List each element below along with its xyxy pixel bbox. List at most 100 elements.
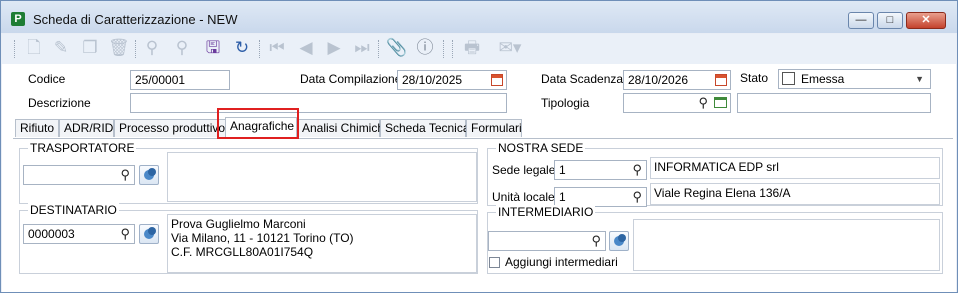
sede-legale-code: 1 xyxy=(559,163,566,177)
descrizione-label: Descrizione xyxy=(28,96,91,110)
destinatario-code: 0000003 xyxy=(28,227,75,241)
codice-field[interactable]: 25/00001 xyxy=(130,70,230,90)
calendar-icon[interactable] xyxy=(715,74,727,86)
people-icon[interactable] xyxy=(139,165,159,185)
info-icon[interactable]: ⓘ xyxy=(415,38,435,58)
data-compilazione-field[interactable]: 28/10/2025 xyxy=(397,70,507,90)
search-icon[interactable]: ⚲ xyxy=(120,226,130,242)
nostra-sede-title: NOSTRA SEDE xyxy=(496,141,586,155)
data-scadenza-field[interactable]: 28/10/2026 xyxy=(623,70,731,90)
chevron-down-icon: ▼ xyxy=(915,74,924,84)
destinatario-details: Prova Guglielmo Marconi Via Milano, 11 -… xyxy=(167,214,477,273)
toolbar-separator xyxy=(135,40,137,58)
destinatario-line1: Prova Guglielmo Marconi xyxy=(171,217,306,231)
previous-record-icon[interactable]: ◀ xyxy=(296,38,316,58)
toolbar-separator xyxy=(452,40,454,58)
close-button[interactable]: ✕ xyxy=(906,12,946,29)
unita-locale-code-field[interactable]: 1 ⚲ xyxy=(554,187,647,207)
search-plus-icon[interactable]: ⚲ xyxy=(172,38,192,58)
destinatario-line2: Via Milano, 11 - 10121 Torino (TO) xyxy=(171,231,354,245)
unita-locale-label: Unità locale xyxy=(492,190,555,204)
search-icon[interactable]: ⚲ xyxy=(698,95,708,111)
tab-adr-rid[interactable]: ADR/RID xyxy=(59,119,114,137)
descrizione-field[interactable] xyxy=(130,93,507,113)
trasportatore-details xyxy=(167,152,477,202)
copy-icon[interactable]: ❐ xyxy=(80,38,100,58)
tab-scheda-tecnica[interactable]: Scheda Tecnica xyxy=(380,119,470,137)
data-compilazione-value: 28/10/2025 xyxy=(402,73,463,87)
sede-legale-name: INFORMATICA EDP srl xyxy=(650,157,940,179)
list-icon[interactable] xyxy=(714,97,727,108)
stato-select[interactable]: Emessa ▼ xyxy=(778,69,931,89)
sede-legale-code-field[interactable]: 1 ⚲ xyxy=(554,160,647,180)
maximize-icon: □ xyxy=(886,14,894,26)
tipologia-label: Tipologia xyxy=(541,96,590,110)
anagrafiche-panel: TRASPORTATORE ⚲ DESTINATARIO 0000003 ⚲ P… xyxy=(13,138,953,292)
destinatario-code-field[interactable]: 0000003 ⚲ xyxy=(23,224,135,244)
nostra-sede-group: NOSTRA SEDE Sede legale 1 ⚲ INFORMATICA … xyxy=(487,141,943,207)
first-record-icon[interactable]: ⏮ xyxy=(267,38,287,58)
search-icon[interactable]: ⚲ xyxy=(632,189,642,205)
people-icon[interactable] xyxy=(609,231,629,251)
calendar-icon[interactable] xyxy=(491,74,503,86)
tab-analisi-chimiche[interactable]: Analisi Chimiche xyxy=(297,119,391,137)
intermediario-group: INTERMEDIARIO ⚲ Aggiungi intermediari xyxy=(487,205,943,274)
new-document-icon[interactable]: 🗋 xyxy=(24,38,44,58)
toolbar-separator xyxy=(259,40,261,58)
tipologia-description-field xyxy=(737,93,931,113)
stato-color-swatch xyxy=(782,72,795,85)
data-scadenza-value: 28/10/2026 xyxy=(628,73,689,87)
window-title: Scheda di Caratterizzazione - NEW xyxy=(33,12,238,27)
trasportatore-code-field[interactable]: ⚲ xyxy=(23,165,135,185)
toolbar: 🗋 ✎ ❐ 🗑 ⚲ ⚲ 🖫 ↻ ⏮ ◀ ▶ ⏭ 📎 ⓘ 🖶 ✉▾ xyxy=(2,34,956,64)
toolbar-grip xyxy=(14,40,16,58)
attachment-icon[interactable]: 📎 xyxy=(386,38,407,58)
search-icon[interactable]: ⚲ xyxy=(591,233,601,249)
app-icon: P xyxy=(11,12,25,26)
tipologia-field[interactable]: ⚲ xyxy=(623,93,731,113)
aggiungi-intermediari-checkbox[interactable] xyxy=(489,257,500,268)
print-icon[interactable]: 🖶 xyxy=(462,38,482,58)
delete-trash-icon[interactable]: 🗑 xyxy=(108,38,130,58)
intermediario-details xyxy=(633,219,940,271)
sede-legale-label: Sede legale xyxy=(492,163,556,177)
refresh-icon[interactable]: ↻ xyxy=(232,38,252,58)
search-icon[interactable]: ⚲ xyxy=(632,162,642,178)
toolbar-separator xyxy=(378,40,380,58)
close-icon: ✕ xyxy=(921,14,931,26)
destinatario-line3: C.F. MRCGLL80A01I754Q xyxy=(171,245,314,259)
minimize-button[interactable]: — xyxy=(848,12,874,29)
title-bar: P Scheda di Caratterizzazione - NEW — □ … xyxy=(1,1,957,33)
search-icon[interactable]: ⚲ xyxy=(120,167,130,183)
next-record-icon[interactable]: ▶ xyxy=(324,38,344,58)
tab-formulari[interactable]: Formulari xyxy=(466,119,522,137)
data-compilazione-label: Data Compilazione xyxy=(300,72,402,86)
destinatario-group: DESTINATARIO 0000003 ⚲ Prova Guglielmo M… xyxy=(19,203,478,274)
last-record-icon[interactable]: ⏭ xyxy=(352,38,372,58)
main-window: P Scheda di Caratterizzazione - NEW — □ … xyxy=(0,0,958,293)
data-scadenza-label: Data Scadenza xyxy=(541,72,624,86)
trasportatore-group: TRASPORTATORE ⚲ xyxy=(19,141,478,204)
trasportatore-title: TRASPORTATORE xyxy=(28,141,137,155)
search-icon[interactable]: ⚲ xyxy=(142,38,162,58)
people-icon[interactable] xyxy=(139,224,159,244)
stato-value: Emessa xyxy=(801,72,845,86)
intermediario-title: INTERMEDIARIO xyxy=(496,205,596,219)
unita-locale-code: 1 xyxy=(559,190,566,204)
highlight-box xyxy=(217,108,299,139)
toolbar-separator xyxy=(443,40,445,58)
tab-processo-produttivo[interactable]: Processo produttivo xyxy=(114,119,230,137)
intermediario-code-field[interactable]: ⚲ xyxy=(488,231,606,251)
codice-label: Codice xyxy=(28,72,66,86)
stato-label: Stato xyxy=(740,71,769,85)
maximize-button[interactable]: □ xyxy=(877,12,903,29)
aggiungi-intermediari-label: Aggiungi intermediari xyxy=(505,255,618,269)
email-icon[interactable]: ✉▾ xyxy=(495,38,525,58)
unita-locale-address: Viale Regina Elena 136/A xyxy=(650,183,940,205)
edit-pencil-icon[interactable]: ✎ xyxy=(51,38,71,58)
form-area: Codice 25/00001 Data Compilazione 28/10/… xyxy=(2,64,956,292)
tab-rifiuto[interactable]: Rifiuto xyxy=(15,119,59,137)
save-icon[interactable]: 🖫 xyxy=(203,38,223,58)
destinatario-title: DESTINATARIO xyxy=(28,203,119,217)
minimize-icon: — xyxy=(855,14,867,26)
